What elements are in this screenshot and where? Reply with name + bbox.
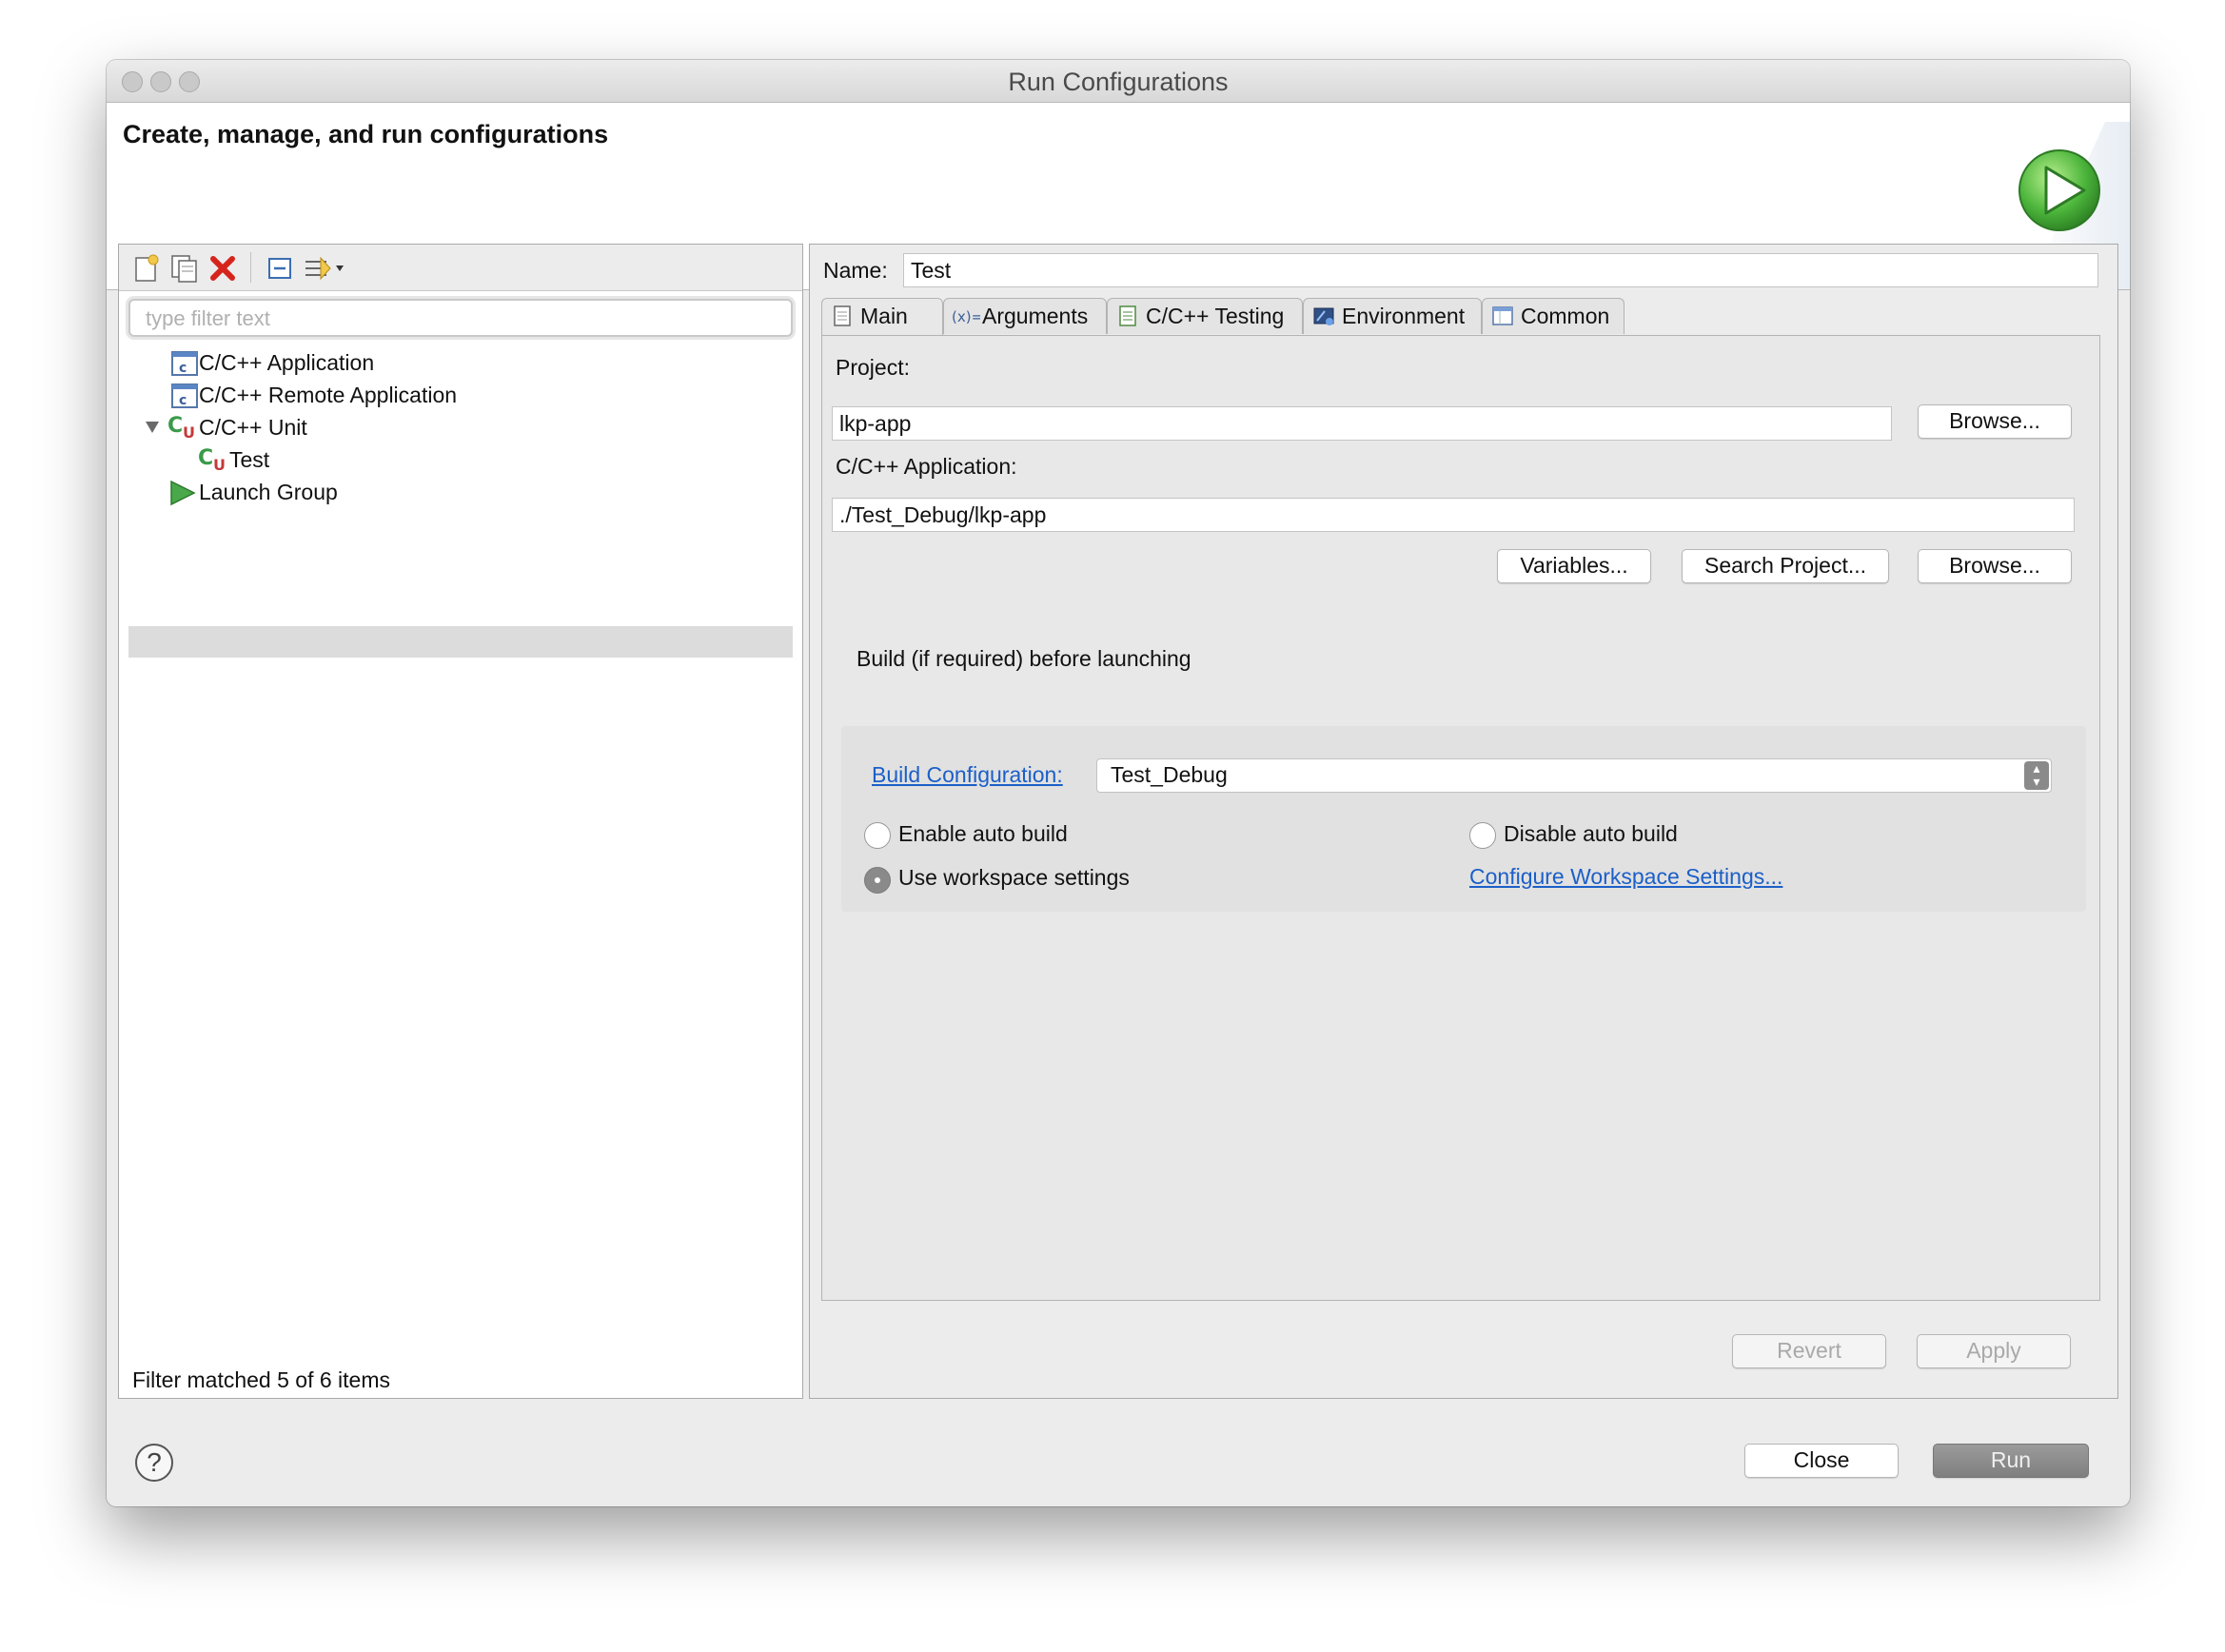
tab-cpp-testing[interactable]: C/C++ Testing [1107,298,1303,334]
header-title: Create, manage, and run configurations [123,120,609,148]
run-configurations-window: Run Configurations Create, manage, and r… [107,60,2130,1506]
svg-text:C: C [167,414,183,438]
launch-group-icon [168,479,197,507]
filter-input[interactable]: type filter text [128,299,793,337]
tree-item-cpp-application[interactable]: C/C++ Application [199,346,374,379]
name-field[interactable]: Test [903,253,2098,287]
main-tab-content: Project: lkp-app Browse... C/C++ Applica… [821,335,2100,1301]
cpp-unit-test-icon: CU [197,443,229,474]
tab-common[interactable]: Common [1482,298,1624,334]
tree-selection-highlight [128,626,793,658]
expand-triangle-icon[interactable] [144,419,161,436]
environment-tab-icon [1313,307,1334,325]
select-arrows-icon: ▴ ▾ [2024,761,2049,790]
application-field[interactable]: ./Test_Debug/lkp-app [832,498,2075,532]
svg-text:C: C [198,446,213,470]
delete-icon[interactable] [207,252,239,285]
svg-text:U: U [183,423,195,440]
variables-button[interactable]: Variables... [1497,549,1651,583]
cpp-testing-tab-icon [1119,305,1136,326]
filter-status: Filter matched 5 of 6 items [132,1367,390,1392]
revert-button[interactable]: Revert [1732,1334,1886,1368]
svg-text:c: c [179,393,187,408]
help-icon[interactable]: ? [135,1444,173,1482]
enable-auto-build-radio[interactable] [864,822,891,849]
toolbar-separator [250,252,251,283]
config-editor-panel: Name: Test Main (x)= Arguments C/C++ Tes… [809,244,2118,1399]
search-project-button[interactable]: Search Project... [1682,549,1889,583]
dialog-footer: ? Close Run [107,1402,2130,1506]
build-configuration-link[interactable]: Build Configuration: [872,762,1063,788]
build-configuration-select[interactable]: Test_Debug ▴ ▾ [1096,758,2052,793]
disable-auto-build-radio[interactable] [1469,822,1496,849]
title-bar: Run Configurations [107,60,2130,103]
application-browse-button[interactable]: Browse... [1918,549,2072,583]
application-label: C/C++ Application: [836,454,1017,479]
tab-arguments[interactable]: (x)= Arguments [943,298,1107,334]
run-button[interactable]: Run [1933,1444,2089,1478]
tab-main-label: Main [860,304,908,328]
cpp-unit-icon: CU [167,411,199,442]
tab-environment-label: Environment [1342,304,1466,328]
tab-common-label: Common [1521,304,1610,328]
new-config-icon[interactable] [130,252,163,285]
arguments-tab-icon: (x)= [952,308,980,325]
use-workspace-settings-label: Use workspace settings [898,865,1130,890]
tree-item-cpp-unit[interactable]: C/C++ Unit [199,411,307,443]
tab-main[interactable]: Main [821,298,943,336]
tab-environment[interactable]: Environment [1303,298,1482,334]
svg-text:c: c [179,361,187,376]
use-workspace-settings-radio[interactable] [864,867,891,894]
svg-text:(x)=: (x)= [952,308,980,325]
cpp-application-icon: c [170,349,199,378]
tab-cpp-testing-label: C/C++ Testing [1146,304,1285,328]
name-label: Name: [823,258,888,283]
window-title: Run Configurations [1008,68,1229,96]
duplicate-icon[interactable] [168,252,201,285]
configure-workspace-settings-link[interactable]: Configure Workspace Settings... [1469,864,1782,890]
main-tab-icon [834,305,851,326]
project-browse-button[interactable]: Browse... [1918,404,2072,439]
tree-item-cpp-remote-application[interactable]: C/C++ Remote Application [199,379,457,411]
build-configuration-value: Test_Debug [1111,762,1228,787]
config-toolbar [119,245,802,291]
common-tab-icon [1492,306,1513,325]
project-label: Project: [836,355,910,380]
svg-text:U: U [213,456,226,472]
disable-auto-build-label: Disable auto build [1504,821,1678,846]
build-section-label: Build (if required) before launching [857,646,1191,671]
tree-item-test[interactable]: Test [229,443,269,476]
tree-item-launch-group[interactable]: Launch Group [199,476,338,508]
tab-arguments-label: Arguments [982,304,1089,328]
build-group: Build Configuration: Test_Debug ▴ ▾ Enabl… [841,726,2086,912]
apply-button[interactable]: Apply [1917,1334,2071,1368]
cpp-remote-application-icon: c [170,382,199,410]
config-tree-panel: type filter text c C/C++ Application c C… [118,244,803,1399]
project-field[interactable]: lkp-app [832,406,1892,441]
filter-icon[interactable] [302,252,347,285]
close-button[interactable]: Close [1744,1444,1899,1478]
enable-auto-build-label: Enable auto build [898,821,1068,846]
collapse-all-icon[interactable] [264,252,296,285]
